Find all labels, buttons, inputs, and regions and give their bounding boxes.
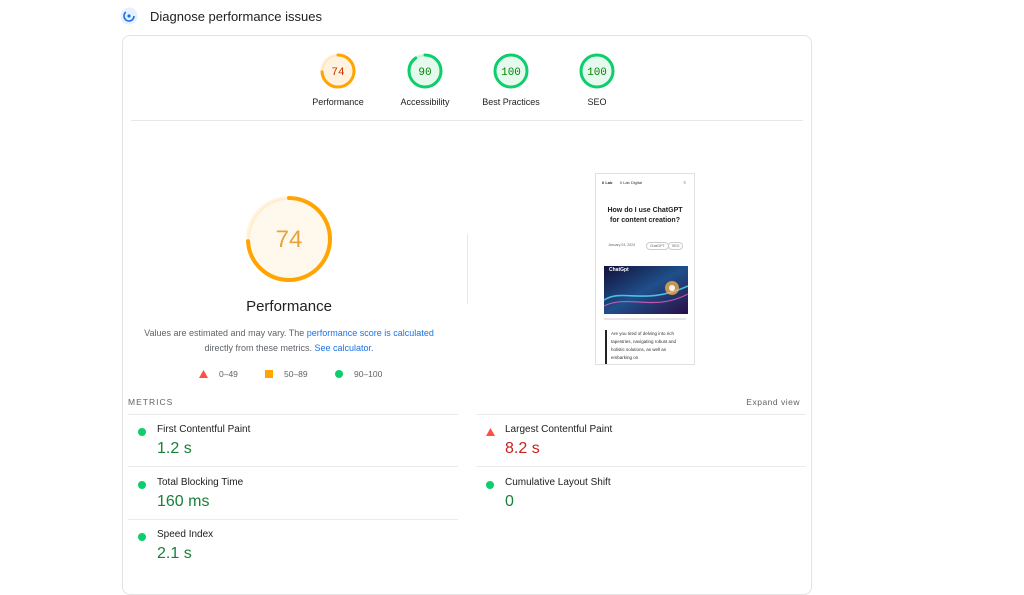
metrics-heading: METRICS [128, 397, 174, 407]
gauge-performance[interactable]: 74 Performance [293, 52, 383, 107]
svg-text:100: 100 [501, 67, 521, 79]
metric-name: Speed Index [157, 529, 214, 540]
lighthouse-gauge-icon [120, 7, 138, 25]
legend-pass: 90–100 [335, 369, 382, 379]
thumbnail-image-label: ChatGpt [609, 267, 629, 273]
thumbnail-body-text: Are you tired of delving into rich tapes… [605, 330, 686, 364]
gauge-label: SEO [587, 97, 607, 107]
metric-value: 0 [505, 493, 514, 510]
gauge-best-practices[interactable]: 100 Best Practices [466, 52, 556, 107]
divider [131, 120, 803, 121]
legend-average: 50–89 [265, 369, 308, 379]
score-note: Values are estimated and may vary. The p… [144, 328, 434, 353]
score-ring-icon: 90 [407, 53, 443, 89]
thumbnail-title: How do I use ChatGPT for content creatio… [607, 207, 683, 224]
metric-name: Largest Contentful Paint [505, 424, 613, 435]
performance-score-gauge: 74 [246, 196, 332, 282]
thumbnail-tag: ChatGPT [646, 242, 669, 250]
gauge-label: Best Practices [482, 97, 540, 107]
pass-circle-icon [138, 428, 146, 436]
metric-value: 2.1 s [157, 545, 192, 562]
divider [476, 466, 806, 467]
fail-triangle-icon [199, 370, 208, 378]
hamburger-menu-icon: ≡ [683, 180, 686, 185]
thumbnail-meta: January 03, 2024 ChatGPT SEO [602, 242, 688, 250]
divider [128, 414, 458, 415]
thumbnail-date: January 03, 2024 [608, 243, 636, 247]
thumbnail-hero-image [604, 266, 688, 314]
fail-triangle-icon [486, 428, 495, 436]
svg-text:100: 100 [587, 67, 607, 79]
svg-text:74: 74 [276, 226, 303, 253]
metric-cumulative-layout-shift: Cumulative Layout Shift 0 [486, 477, 786, 525]
svg-text:74: 74 [331, 67, 345, 79]
thumbnail-brand: Ii Lab Digital [620, 180, 643, 185]
average-square-icon [265, 370, 273, 378]
divider [128, 519, 458, 520]
svg-text:90: 90 [418, 67, 431, 79]
divider [467, 234, 468, 304]
pass-circle-icon [335, 370, 343, 378]
section-header: Diagnose performance issues [120, 4, 322, 28]
metric-name: Total Blocking Time [157, 477, 244, 488]
thumbnail-tag: SEO [668, 242, 684, 250]
metric-speed-index: Speed Index 2.1 s [138, 529, 438, 577]
score-ring-icon: 74 [320, 53, 356, 89]
pass-circle-icon [486, 481, 494, 489]
metric-name: Cumulative Layout Shift [505, 477, 611, 488]
divider [476, 414, 806, 415]
report-card: 74 Performance 90 Accessibility 100 Best… [122, 35, 812, 595]
legend-fail: 0–49 [199, 369, 238, 379]
thumbnail-navbar: Ii Lab Ii Lab Digital ≡ [602, 180, 688, 187]
metric-value: 8.2 s [505, 440, 540, 457]
final-screenshot-thumbnail[interactable]: Ii Lab Ii Lab Digital ≡ How do I use Cha… [595, 173, 695, 365]
performance-title: Performance [246, 298, 332, 315]
thumbnail-caption [604, 318, 686, 320]
score-ring-icon: 100 [579, 53, 615, 89]
gauge-seo[interactable]: 100 SEO [552, 52, 642, 107]
score-calculated-link[interactable]: performance score is calculated [307, 328, 434, 338]
divider [128, 466, 458, 467]
metric-total-blocking-time: Total Blocking Time 160 ms [138, 477, 438, 525]
pass-circle-icon [138, 481, 146, 489]
metric-name: First Contentful Paint [157, 424, 251, 435]
gauge-label: Accessibility [400, 97, 450, 107]
gauge-accessibility[interactable]: 90 Accessibility [380, 52, 470, 107]
gauge-label: Performance [312, 97, 364, 107]
metric-largest-contentful-paint: Largest Contentful Paint 8.2 s [486, 424, 786, 472]
score-ring-icon: 100 [493, 53, 529, 89]
pass-circle-icon [138, 533, 146, 541]
section-title: Diagnose performance issues [150, 8, 322, 24]
expand-view-toggle[interactable]: Expand view [746, 397, 800, 407]
metric-value: 160 ms [157, 493, 210, 510]
see-calculator-link[interactable]: See calculator. [314, 343, 373, 353]
metric-first-contentful-paint: First Contentful Paint 1.2 s [138, 424, 438, 472]
metric-value: 1.2 s [157, 440, 192, 457]
thumbnail-logo: Ii Lab [602, 180, 613, 185]
